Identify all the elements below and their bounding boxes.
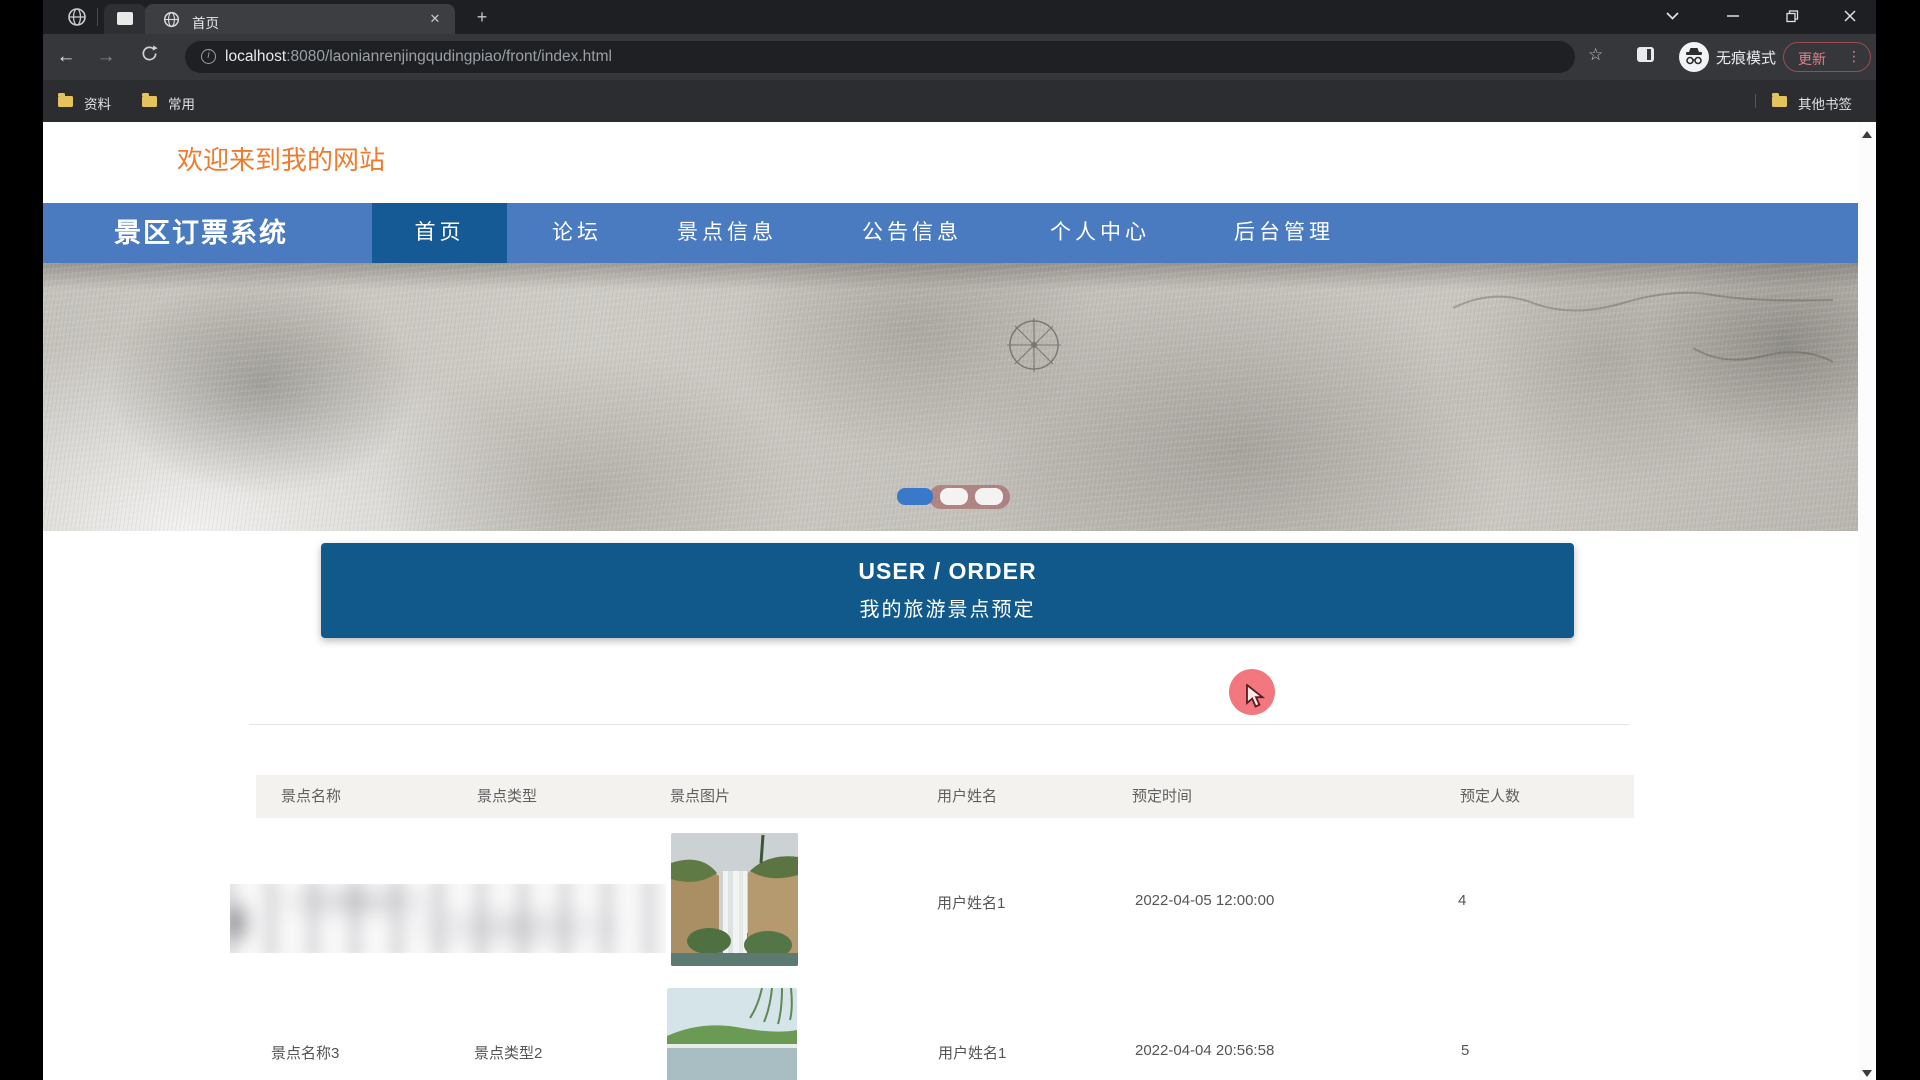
cell-user: 用户姓名1 — [937, 892, 1005, 913]
incognito-label: 无痕模式 — [1716, 47, 1776, 68]
page-scrollbar[interactable] — [1858, 122, 1876, 1080]
browser-tab-bar: 首页 ✕ + — [43, 0, 1876, 34]
tab-search-chevron-icon[interactable] — [1659, 6, 1685, 26]
browser-toolbar: ← → i localhost:8080/laonianrenjingqudin… — [43, 34, 1876, 80]
active-tab[interactable]: 首页 ✕ — [145, 4, 455, 34]
column-header-type: 景点类型 — [477, 775, 537, 818]
other-bookmarks[interactable]: 其他书签 — [1798, 93, 1852, 113]
bookmark-folder-changyong[interactable]: 常用 — [168, 93, 195, 113]
new-tab-button[interactable]: + — [472, 7, 492, 27]
side-panel-icon[interactable] — [1637, 47, 1654, 62]
pinned-tab[interactable] — [104, 4, 146, 34]
site-info-icon[interactable]: i — [201, 49, 216, 64]
cell-count: 4 — [1458, 892, 1466, 909]
folder-icon — [58, 96, 73, 107]
site-brand: 景区订票系统 — [114, 203, 288, 263]
nav-item-notice[interactable]: 公告信息 — [862, 203, 962, 263]
cell-time: 2022-04-04 20:56:58 — [1135, 1042, 1274, 1059]
nav-item-scenic-info[interactable]: 景点信息 — [677, 203, 777, 263]
nav-item-home[interactable]: 首页 — [372, 203, 507, 263]
tab-separator — [97, 8, 98, 26]
column-header-time: 预定时间 — [1132, 775, 1192, 818]
cell-user: 用户姓名1 — [938, 1042, 1006, 1063]
table-header-row: 景点名称 景点类型 景点图片 用户姓名 预定时间 预定人数 — [256, 775, 1634, 818]
tab-close-icon[interactable]: ✕ — [427, 11, 443, 27]
welcome-text: 欢迎来到我的网站 — [177, 140, 385, 177]
section-divider — [249, 724, 1629, 725]
table-row[interactable]: 用户姓名1 2022-04-05 12:00:00 4 — [43, 818, 1858, 980]
update-menu-button[interactable]: 更新 ⋮ — [1783, 42, 1871, 72]
carousel-dot-1[interactable] — [897, 488, 933, 505]
hero-carousel-banner[interactable] — [43, 263, 1858, 531]
kebab-menu-icon: ⋮ — [1847, 48, 1861, 65]
nav-item-personal-center[interactable]: 个人中心 — [1050, 203, 1150, 263]
folder-icon — [1772, 96, 1787, 107]
carousel-dot-3[interactable] — [975, 488, 1003, 505]
tab-favicon-globe-icon — [163, 11, 183, 31]
screen: 首页 ✕ + ← → i localhost:8080/laonianrenji… — [0, 0, 1920, 1080]
section-header-user-order: USER / ORDER 我的旅游景点预定 — [321, 543, 1574, 638]
waterfall-photo[interactable] — [671, 833, 798, 966]
cursor-click-indicator — [1229, 669, 1275, 715]
scroll-up-icon[interactable] — [1862, 131, 1872, 138]
window-close-button[interactable] — [1837, 6, 1863, 26]
site-nav-bar: 景区订票系统 首页 论坛 景点信息 公告信息 个人中心 后台管理 — [43, 203, 1858, 263]
url-host: localhost — [225, 48, 286, 65]
folder-icon — [142, 96, 157, 107]
update-label: 更新 — [1798, 49, 1826, 69]
bookmarks-separator — [1755, 94, 1756, 108]
cell-type: 景点类型2 — [474, 1042, 542, 1063]
cell-count: 5 — [1461, 1042, 1469, 1059]
table-row[interactable]: 景点名称3 景点类型2 — [43, 980, 1858, 1080]
scroll-down-icon[interactable] — [1862, 1070, 1872, 1077]
section-title-en: USER / ORDER — [321, 558, 1574, 585]
blank-favicon-icon — [117, 12, 133, 25]
column-header-image: 景点图片 — [670, 775, 730, 818]
browser-globe-icon — [67, 7, 87, 27]
bookmark-star-icon[interactable]: ☆ — [1588, 45, 1603, 65]
address-bar[interactable]: i localhost:8080/laonianrenjingqudingpia… — [185, 41, 1575, 73]
column-header-user: 用户姓名 — [937, 775, 997, 818]
censored-text-blur — [230, 884, 666, 953]
banner-scribbles — [1443, 278, 1843, 398]
forward-button[interactable]: → — [95, 46, 117, 68]
cell-name: 景点名称3 — [271, 1042, 339, 1063]
compass-rose-icon — [1004, 315, 1064, 375]
carousel-dot-2[interactable] — [940, 488, 968, 505]
nav-item-admin[interactable]: 后台管理 — [1234, 203, 1334, 263]
reload-button[interactable] — [138, 44, 160, 69]
section-title-zh: 我的旅游景点预定 — [321, 593, 1574, 622]
window-minimize-button[interactable] — [1720, 6, 1746, 26]
bookmark-folder-ziliao[interactable]: 资料 — [84, 93, 111, 113]
bookmarks-bar: 资料 常用 其他书签 — [43, 80, 1876, 122]
cursor-arrow-icon — [1246, 684, 1268, 710]
column-header-count: 预定人数 — [1460, 775, 1520, 818]
back-button[interactable]: ← — [55, 46, 77, 68]
column-header-name: 景点名称 — [281, 775, 341, 818]
nav-item-forum[interactable]: 论坛 — [552, 203, 602, 263]
url-path: :8080/laonianrenjingqudingpiao/front/ind… — [286, 48, 612, 65]
window-restore-button[interactable] — [1779, 6, 1805, 26]
cell-time: 2022-04-05 12:00:00 — [1135, 892, 1274, 909]
page-content: 欢迎来到我的网站 景区订票系统 首页 论坛 景点信息 公告信息 个人中心 后台管… — [43, 122, 1858, 1080]
incognito-badge-icon — [1679, 42, 1709, 72]
lake-boats-photo[interactable] — [667, 988, 797, 1080]
tab-title: 首页 — [192, 12, 219, 32]
url-text: localhost:8080/laonianrenjingqudingpiao/… — [225, 48, 612, 66]
